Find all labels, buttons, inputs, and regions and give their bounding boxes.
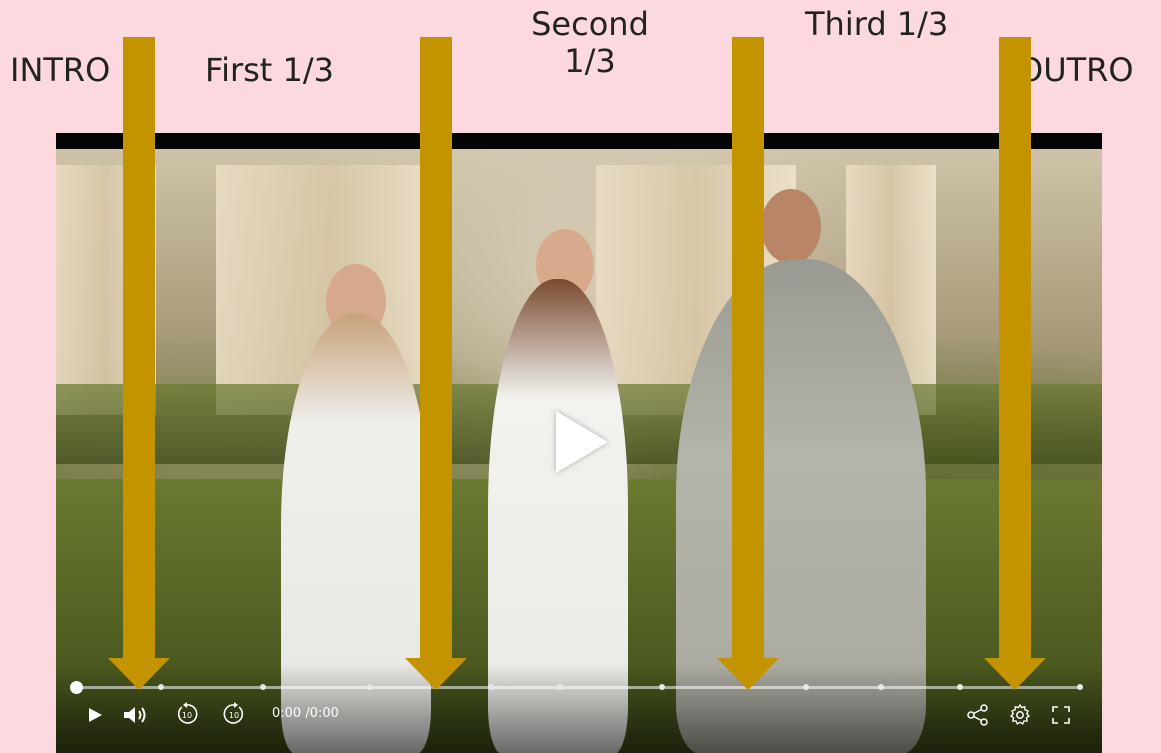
chapter-marker[interactable] — [878, 684, 884, 690]
gear-icon — [1009, 703, 1031, 725]
second-third-label: Second 1/3 — [515, 6, 665, 80]
first-third-label: First 1/3 — [205, 51, 335, 89]
big-play-icon[interactable] — [556, 411, 608, 473]
chapter-marker[interactable] — [957, 684, 963, 690]
video-player[interactable] — [56, 133, 1102, 753]
rewind-10-icon: 10 — [177, 702, 198, 724]
settings-button[interactable] — [1007, 702, 1033, 728]
second-third-marker-arrow — [717, 37, 779, 690]
chapter-marker[interactable] — [260, 684, 266, 690]
progress-thumb[interactable] — [70, 681, 83, 694]
play-button[interactable] — [84, 704, 106, 726]
chapter-marker[interactable] — [557, 684, 563, 690]
volume-button[interactable] — [120, 703, 152, 727]
rewind-seconds: 10 — [182, 711, 192, 720]
share-icon — [967, 704, 988, 726]
third-third-marker-arrow — [984, 37, 1046, 690]
forward-10-button[interactable]: 10 — [221, 701, 247, 727]
progress-bar[interactable] — [70, 681, 1083, 694]
rewind-10-button[interactable]: 10 — [174, 701, 200, 727]
controls-gradient — [56, 663, 1102, 753]
forward-seconds: 10 — [229, 711, 239, 720]
second-third-label-line2: 1/3 — [564, 41, 616, 80]
time-display: 0:00 /0:00 — [272, 706, 339, 721]
fullscreen-button[interactable] — [1049, 703, 1073, 727]
first-third-marker-arrow — [405, 37, 467, 690]
third-third-label: Third 1/3 — [805, 5, 949, 43]
second-third-label-line1: Second — [531, 5, 649, 43]
chapter-marker[interactable] — [1077, 684, 1083, 690]
volume-icon — [124, 707, 146, 723]
video-top-bar — [56, 133, 1102, 149]
intro-label: INTRO — [10, 51, 111, 89]
fullscreen-icon — [1052, 706, 1070, 724]
intro-marker-arrow — [108, 37, 170, 690]
chapter-marker[interactable] — [659, 684, 665, 690]
chapter-marker[interactable] — [803, 684, 809, 690]
play-icon — [89, 708, 102, 722]
forward-10-icon: 10 — [223, 702, 244, 724]
share-button[interactable] — [965, 702, 991, 728]
chapter-marker[interactable] — [488, 684, 494, 690]
chapter-marker[interactable] — [367, 684, 373, 690]
